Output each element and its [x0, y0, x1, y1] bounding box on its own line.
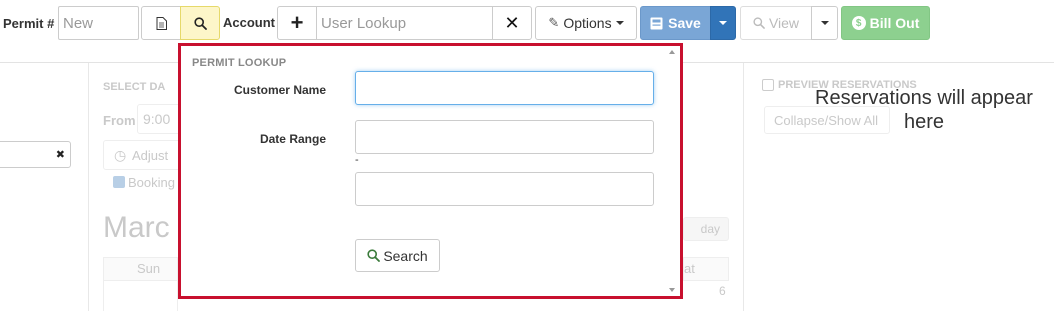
- view-button[interactable]: View: [740, 6, 812, 40]
- adjust-button[interactable]: ◷ Adjust: [103, 140, 181, 170]
- pencil-icon: ✎: [548, 15, 560, 30]
- sat-header: at: [684, 261, 695, 276]
- clear-icon[interactable]: ✖: [56, 148, 65, 161]
- popup-scrollbar[interactable]: [667, 48, 678, 294]
- plus-icon: +: [290, 10, 304, 35]
- calendar-header: Sun: [103, 257, 178, 281]
- bill-out-button[interactable]: $ Bill Out: [841, 6, 930, 40]
- search-icon: [193, 16, 207, 30]
- from-time-input[interactable]: 9:00: [137, 104, 181, 134]
- save-dropdown-button[interactable]: [710, 6, 736, 40]
- options-button[interactable]: ✎ Options: [535, 6, 637, 40]
- permit-label: Permit #: [3, 16, 55, 31]
- search-icon: [753, 17, 765, 29]
- sun-header: Sun: [137, 261, 161, 276]
- permit-lookup-popup: PERMIT LOOKUP Customer Name Date Range -…: [178, 43, 683, 299]
- chevron-down-icon: [615, 21, 624, 25]
- chevron-down-icon: [719, 21, 727, 25]
- close-icon: ✕: [504, 12, 520, 33]
- adjust-label: Adjust: [132, 148, 169, 163]
- search-label: Search: [383, 247, 428, 264]
- booking-checkbox[interactable]: [113, 176, 125, 188]
- permit-placeholder: New: [63, 14, 94, 32]
- date-range-end-input[interactable]: [355, 172, 654, 206]
- scroll-up-icon[interactable]: [669, 50, 675, 54]
- permit-number-input[interactable]: New: [58, 6, 139, 40]
- customer-name-label: Customer Name: [233, 83, 326, 97]
- popup-title: PERMIT LOOKUP: [192, 57, 287, 69]
- dollar-icon: $: [851, 16, 866, 30]
- customer-name-input[interactable]: [355, 71, 654, 105]
- date-range-separator: -: [355, 154, 359, 166]
- search-icon: [367, 249, 381, 262]
- day-view-label: day: [700, 222, 720, 236]
- scroll-down-icon[interactable]: [669, 288, 675, 292]
- date-range-label: Date Range: [259, 132, 326, 146]
- permit-lookup-button[interactable]: [180, 6, 220, 40]
- left-filter-input[interactable]: ✖: [0, 141, 71, 168]
- document-icon: [156, 16, 167, 30]
- month-title: Marc: [103, 211, 170, 244]
- column-divider: [743, 63, 744, 311]
- save-icon: [650, 17, 663, 29]
- save-button[interactable]: Save: [640, 6, 711, 40]
- day-view-button[interactable]: day: [683, 217, 729, 241]
- from-label: From: [103, 113, 136, 128]
- preview-checkbox[interactable]: [762, 79, 774, 91]
- add-account-button[interactable]: +: [277, 6, 317, 40]
- account-label: Account: [223, 15, 275, 30]
- user-lookup-placeholder: User Lookup: [321, 14, 407, 32]
- view-dropdown-button[interactable]: [811, 6, 838, 40]
- new-document-button[interactable]: [141, 6, 181, 40]
- select-date-label: SELECT DA: [103, 81, 166, 93]
- date-range-start-input[interactable]: [355, 120, 654, 154]
- calendar-grid: [103, 281, 178, 311]
- save-label: Save: [668, 15, 701, 31]
- chevron-down-icon: [820, 21, 829, 25]
- view-label: View: [768, 15, 800, 31]
- calendar-header-right: at: [683, 257, 729, 281]
- column-divider: [88, 63, 89, 311]
- calendar-day-number: 6: [719, 284, 726, 298]
- from-time-value: 9:00: [143, 111, 171, 127]
- clock-icon: ◷: [114, 147, 127, 163]
- reservations-placeholder-message: Reservations will appear here: [815, 87, 1033, 133]
- bill-out-label: Bill Out: [869, 15, 920, 31]
- booking-label: Booking: [128, 175, 175, 190]
- clear-account-button[interactable]: ✕: [492, 6, 532, 40]
- user-lookup-input[interactable]: User Lookup: [316, 6, 493, 40]
- search-button[interactable]: Search: [355, 239, 440, 272]
- options-label: Options: [563, 15, 612, 31]
